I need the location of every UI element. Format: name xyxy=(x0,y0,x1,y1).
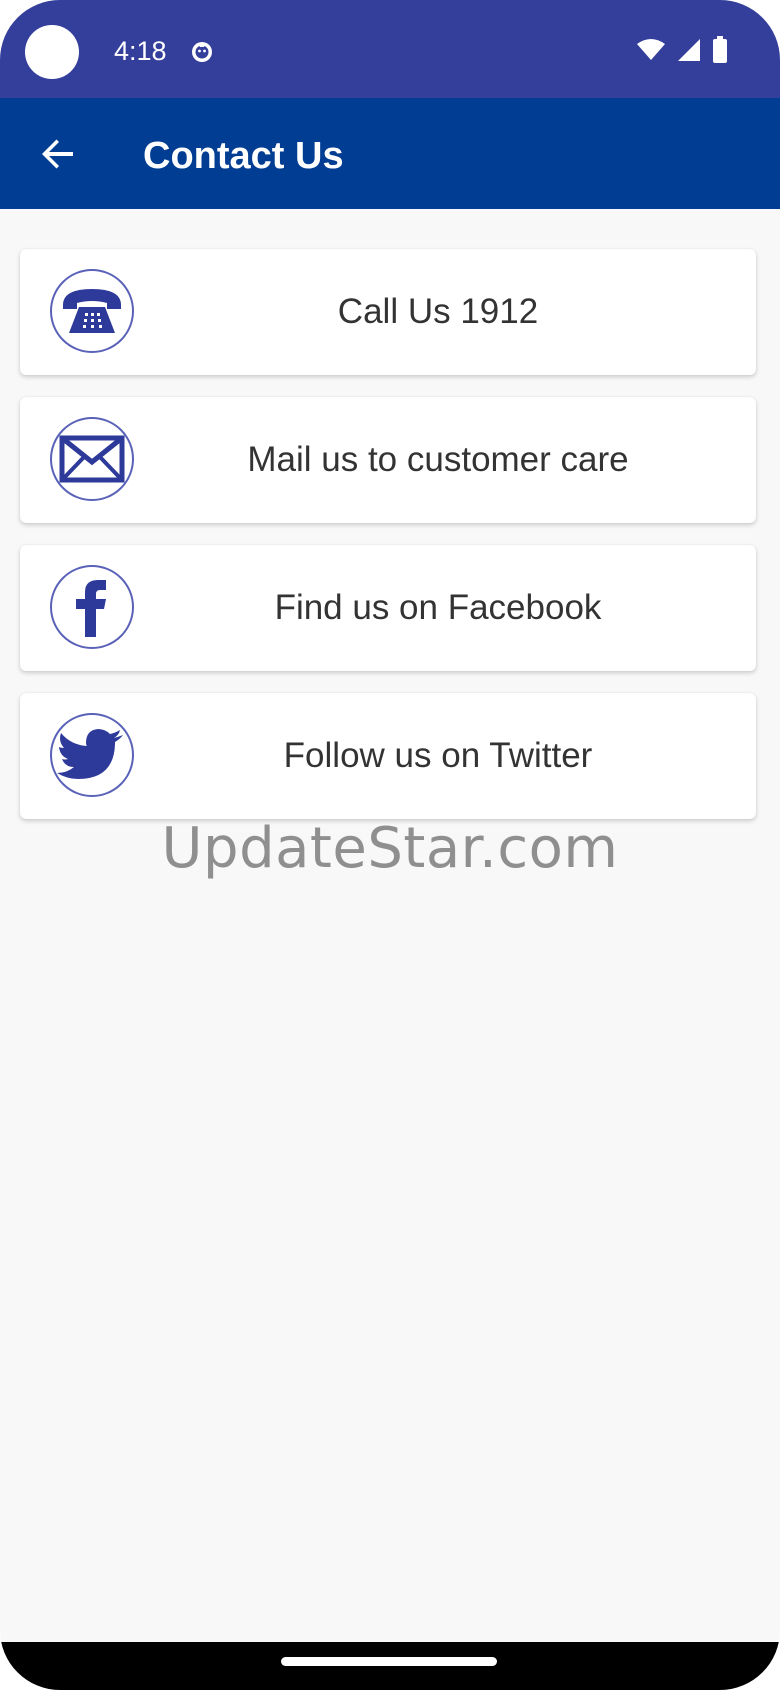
envelope-icon-circle xyxy=(50,417,134,501)
camera-cutout xyxy=(25,25,79,79)
status-icons xyxy=(636,36,728,64)
facebook-icon-circle xyxy=(50,565,134,649)
telephone-icon xyxy=(63,289,121,333)
page-title: Contact Us xyxy=(143,135,344,177)
navigation-bar xyxy=(0,1642,780,1690)
facebook-icon xyxy=(76,580,106,637)
home-indicator[interactable] xyxy=(281,1657,497,1666)
envelope-icon xyxy=(59,435,125,483)
facebook-card[interactable]: Find us on Facebook xyxy=(20,545,756,671)
phone-screen: 4:18 Contact Us Call Us 1912 Mail us to … xyxy=(0,0,780,1690)
call-us-card[interactable]: Call Us 1912 xyxy=(20,249,756,375)
cellular-signal-icon xyxy=(678,39,700,61)
notification-icon xyxy=(192,42,212,62)
call-us-label: Call Us 1912 xyxy=(337,292,539,331)
battery-icon xyxy=(713,36,727,63)
twitter-label: Follow us on Twitter xyxy=(283,736,593,775)
mail-us-card[interactable]: Mail us to customer care xyxy=(20,397,756,523)
telephone-icon-circle xyxy=(50,269,134,353)
watermark-text: UpdateStar.com xyxy=(161,816,619,881)
facebook-label: Find us on Facebook xyxy=(274,588,602,627)
back-button[interactable] xyxy=(26,122,90,186)
twitter-card[interactable]: Follow us on Twitter xyxy=(20,693,756,819)
app-bar: Contact Us xyxy=(0,98,780,209)
twitter-icon-circle xyxy=(50,713,134,797)
status-time: 4:18 xyxy=(114,36,167,66)
mail-us-label: Mail us to customer care xyxy=(247,440,629,479)
status-bar: 4:18 xyxy=(0,0,780,98)
arrow-back-icon xyxy=(42,139,73,169)
twitter-bird-icon xyxy=(57,729,123,779)
wifi-icon xyxy=(637,39,665,60)
